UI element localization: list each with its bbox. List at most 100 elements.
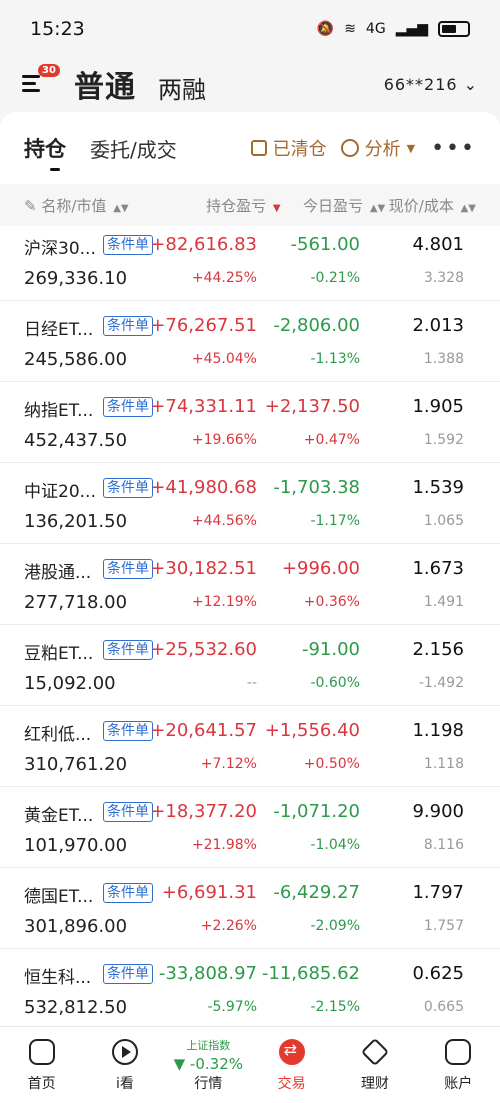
nav-home[interactable]: 首页 (0, 1027, 83, 1103)
col-today-label: 今日盈亏 (303, 196, 364, 215)
sort-desc-icon: ▼ (272, 202, 281, 214)
col-name-label: 名称/市值 (41, 196, 107, 215)
condition-order-tag[interactable]: 条件单 (103, 883, 153, 903)
current-price: 1.539 (412, 477, 464, 498)
current-price: 4.801 (412, 234, 464, 255)
col-pnl[interactable]: 持仓盈亏 ▼ (172, 195, 281, 216)
condition-order-tag[interactable]: 条件单 (103, 964, 153, 984)
nav-market-label: 行情 (194, 1076, 223, 1092)
today-pnl: +996.00 (281, 558, 360, 579)
condition-order-tag[interactable]: 条件单 (103, 802, 153, 822)
today-pnl: -11,685.62 (261, 963, 360, 984)
mute-icon: 🔕 (316, 21, 335, 37)
today-pnl-percent: -2.15% (310, 999, 360, 1015)
position-pnl-percent: +7.12% (200, 756, 257, 772)
menu-icon-bar (22, 75, 40, 78)
tab-orders[interactable]: 委托/成交 (90, 134, 177, 163)
col-today[interactable]: 今日盈亏 ▲▼ (281, 195, 385, 216)
play-icon (111, 1039, 138, 1065)
battery-icon (438, 21, 470, 37)
index-value: ▼ -0.32% (173, 1055, 243, 1073)
fund-name: 豆粕ET... (24, 644, 94, 664)
market-value: 532,812.50 (24, 997, 128, 1018)
fund-name: 恒生科... (24, 968, 92, 988)
today-pnl: -1,703.38 (273, 477, 360, 498)
market-value: 269,336.10 (24, 268, 128, 289)
account-selector[interactable]: 66**216 ⌄ (384, 75, 478, 94)
chevron-down-icon: ⌄ (463, 74, 478, 94)
holding-row[interactable]: 德国ET... 条件单 301,896.00 +6,691.31 +2.26% -6,42… (0, 868, 500, 949)
holding-row[interactable]: 中证20... 条件单 136,201.50 +41,980.68 +44.56% -1,… (0, 463, 500, 544)
current-price: 1.673 (412, 558, 464, 579)
condition-order-tag[interactable]: 条件单 (103, 397, 153, 417)
position-pnl-percent: +21.98% (191, 837, 257, 853)
signal-icon: ▂▄▆ (395, 21, 428, 37)
market-value: 136,201.50 (24, 511, 128, 532)
holding-row[interactable]: 沪深30... 条件单 269,336.10 +82,616.83 +44.25% -56… (0, 220, 500, 301)
current-price: 9.900 (412, 801, 464, 822)
holding-row[interactable]: 红利低... 条件单 310,761.20 +20,641.57 +7.12% +1,55… (0, 706, 500, 787)
more-icon[interactable]: ••• (431, 136, 476, 161)
market-value: 452,437.50 (24, 430, 128, 451)
fund-name: 日经ET... (24, 320, 94, 340)
nav-account[interactable]: 账户 (417, 1027, 500, 1103)
cost-price: 0.665 (423, 999, 464, 1015)
position-pnl-percent: +44.25% (191, 270, 257, 286)
current-price: 0.625 (412, 963, 464, 984)
today-pnl: -1,071.20 (273, 801, 360, 822)
holdings-list: 沪深30... 条件单 269,336.10 +82,616.83 +44.25% -56… (0, 220, 500, 1026)
fund-name: 德国ET... (24, 887, 94, 907)
tab-normal[interactable]: 普通 (74, 62, 136, 106)
fund-name: 中证20... (24, 482, 96, 502)
position-pnl: +41,980.68 (150, 477, 257, 498)
caret-down-icon: ▼ (406, 141, 416, 155)
position-pnl-percent: +2.26% (200, 918, 257, 934)
nav-watch[interactable]: i看 (83, 1027, 166, 1103)
message-badge: 30 (38, 64, 60, 77)
tab-holdings[interactable]: 持仓 (24, 133, 66, 171)
nav-wealth-label: 理财 (360, 1076, 389, 1092)
cost-price: 1.388 (423, 351, 464, 367)
condition-order-tag[interactable]: 条件单 (103, 721, 153, 741)
account-icon (445, 1039, 472, 1065)
tab-margin[interactable]: 两融 (158, 70, 206, 105)
cleared-button[interactable]: 已清仓 (250, 135, 327, 161)
holding-row[interactable]: 恒生科... 条件单 532,812.50 -33,808.97 -5.97% -11,6… (0, 949, 500, 1026)
condition-order-tag[interactable]: 条件单 (103, 640, 153, 660)
home-icon (28, 1039, 55, 1065)
menu-button[interactable]: 30 (22, 64, 60, 96)
analysis-icon (340, 139, 359, 157)
nav-market[interactable]: 上证指数 ▼ -0.32% 行情 (167, 1027, 250, 1103)
market-value: 277,718.00 (24, 592, 128, 613)
condition-order-tag[interactable]: 条件单 (103, 559, 153, 579)
holdings-card: 持仓 委托/成交 已清仓 分析 ▼ ••• ✎ 名称/市值 ▲▼ 持仓盈亏 ▼ … (0, 112, 500, 1026)
condition-order-tag[interactable]: 条件单 (103, 478, 153, 498)
position-pnl-percent: -5.97% (207, 999, 257, 1015)
fund-name: 红利低... (24, 725, 92, 745)
holding-row[interactable]: 日经ET... 条件单 245,586.00 +76,267.51 +45.04% -2,… (0, 301, 500, 382)
col-pnl-label: 持仓盈亏 (206, 196, 267, 215)
analysis-button[interactable]: 分析 ▼ (340, 135, 416, 161)
cost-price: 1.592 (423, 432, 464, 448)
col-price[interactable]: 现价/成本 ▲▼ (385, 195, 476, 216)
header: 30 普通 两融 66**216 ⌄ (0, 58, 500, 110)
holding-row[interactable]: 港股通... 条件单 277,718.00 +30,182.51 +12.19% +996… (0, 544, 500, 625)
cost-price: -1.492 (418, 675, 464, 691)
fund-name: 港股通... (24, 563, 92, 583)
holding-row[interactable]: 黄金ET... 条件单 101,970.00 +18,377.20 +21.98% -1,… (0, 787, 500, 868)
today-pnl-percent: -1.17% (310, 513, 360, 529)
holding-row[interactable]: 纳指ET... 条件单 452,437.50 +74,331.11 +19.66% +2,… (0, 382, 500, 463)
nav-account-label: 账户 (444, 1076, 473, 1092)
position-pnl: +25,532.60 (150, 639, 257, 660)
nav-wealth[interactable]: 理财 (333, 1027, 416, 1103)
account-id: 66**216 (383, 74, 458, 94)
market-value: 245,586.00 (24, 349, 128, 370)
market-value: 101,970.00 (24, 835, 128, 856)
nav-trade[interactable]: 交易 (250, 1027, 333, 1103)
condition-order-tag[interactable]: 条件单 (103, 235, 153, 255)
condition-order-tag[interactable]: 条件单 (103, 316, 153, 336)
nav-watch-label: i看 (116, 1076, 134, 1092)
col-name[interactable]: ✎ 名称/市值 ▲▼ (24, 195, 172, 216)
holding-row[interactable]: 豆粕ET... 条件单 15,092.00 +25,532.60 -- -91.00 -0.… (0, 625, 500, 706)
position-pnl-percent: -- (246, 675, 257, 691)
